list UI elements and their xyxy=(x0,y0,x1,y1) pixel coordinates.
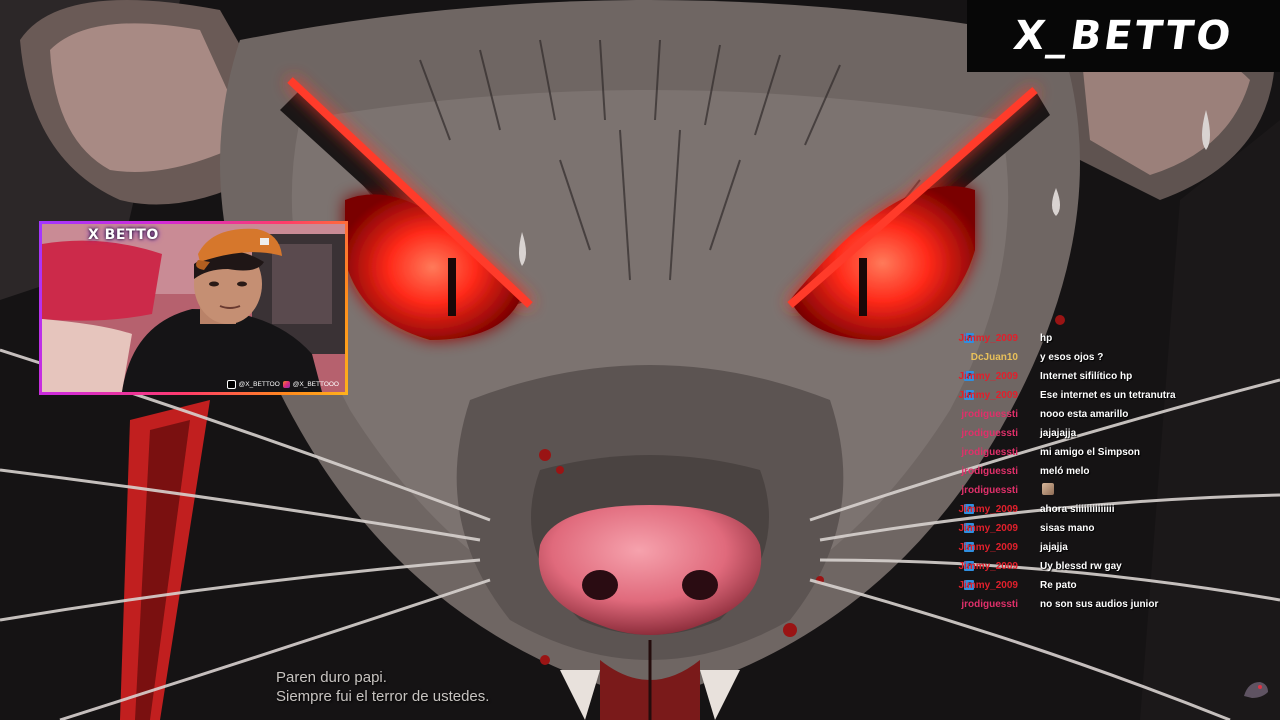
chat-username[interactable]: Jimmy_2009 xyxy=(959,580,1019,591)
chat-message: ↗ Jimmy_2009 Re pato xyxy=(959,577,1262,596)
chat-message: jrodiguessti meló melo xyxy=(961,463,1262,482)
streamer-video xyxy=(42,224,345,392)
chat-username[interactable]: jrodiguessti xyxy=(961,428,1018,439)
chat-text: mi amigo el Simpson xyxy=(1040,447,1141,458)
webcam-brand-text: X BETTO xyxy=(88,227,159,243)
chat-message: ↗ Jimmy_2009 jajajja xyxy=(959,539,1262,558)
chat-text: Ese internet es un tetranutra xyxy=(1040,390,1176,401)
chat-overlay: ↗ Jimmy_2009 hp DcJuan10 y esos ojos ? ↗ Jimmy… xyxy=(959,330,1262,615)
chat-message: ↗ Jimmy_2009 Internet sifilítico hp xyxy=(959,368,1262,387)
chat-message: DcJuan10 y esos ojos ? xyxy=(962,349,1262,368)
chat-message: ↗ Jimmy_2009 hp xyxy=(959,330,1262,349)
chat-username[interactable]: jrodiguessti xyxy=(961,485,1018,496)
chat-text: sisas mano xyxy=(1040,523,1095,534)
chat-text: meló melo xyxy=(1040,466,1090,477)
chat-username[interactable]: DcJuan10 xyxy=(971,352,1018,363)
chat-username[interactable]: Jimmy_2009 xyxy=(959,542,1019,553)
chat-username[interactable]: jrodiguessti xyxy=(961,409,1018,420)
webcam-feed: X BETTO @X_BETTOO @X_BETTOOO xyxy=(42,224,345,392)
chat-username[interactable]: Jimmy_2009 xyxy=(959,371,1019,382)
tiktok-handle: @X_BETTOO xyxy=(238,381,280,388)
subtitle-line-2: Siempre fui el terror de ustedes. xyxy=(276,688,490,705)
chat-text: Internet sifilítico hp xyxy=(1040,371,1133,382)
logo-text: X_BETTO xyxy=(1010,13,1237,59)
chat-message: jrodiguessti mi amigo el Simpson xyxy=(961,444,1262,463)
watermark-icon xyxy=(1244,682,1268,698)
chat-username[interactable]: Jimmy_2009 xyxy=(959,333,1019,344)
chat-text: Re pato xyxy=(1040,580,1077,591)
chat-text: jajajja xyxy=(1040,542,1068,553)
chat-message: jrodiguessti xyxy=(961,482,1262,501)
chat-username[interactable]: jrodiguessti xyxy=(961,599,1018,610)
chat-username[interactable]: Jimmy_2009 xyxy=(959,504,1019,515)
chat-message: ↗ Jimmy_2009 ahora siiiiiiiiiiiiii xyxy=(959,501,1262,520)
instagram-handle: @X_BETTOOO xyxy=(292,381,339,388)
webcam-socials: @X_BETTOO @X_BETTOOO xyxy=(226,380,339,389)
chat-message: ↗ Jimmy_2009 sisas mano xyxy=(959,520,1262,539)
chat-text: Uy blessd rw gay xyxy=(1040,561,1122,572)
chat-text: ahora siiiiiiiiiiiiii xyxy=(1040,504,1115,515)
chat-text: nooo esta amarillo xyxy=(1040,409,1129,420)
chat-username[interactable]: Jimmy_2009 xyxy=(959,523,1019,534)
chat-text: y esos ojos ? xyxy=(1040,352,1104,363)
chat-username[interactable]: jrodiguessti xyxy=(961,447,1018,458)
chat-text: hp xyxy=(1040,333,1053,344)
chat-message: ↗ Jimmy_2009 Uy blessd rw gay xyxy=(959,558,1262,577)
chat-message: jrodiguessti no son sus audios junior xyxy=(961,596,1262,615)
chat-username[interactable]: jrodiguessti xyxy=(961,466,1018,477)
subtitles: Paren duro papi. Siempre fui el terror d… xyxy=(276,668,489,706)
stream-frame: X_BETTO X BETTO @X_BETTOO @X_BETTOOO ↗ J… xyxy=(0,0,1280,720)
chat-text: jajajajja xyxy=(1040,428,1077,439)
chat-message: ↗ Jimmy_2009 Ese internet es un tetranutra xyxy=(959,387,1262,406)
chat-message: jrodiguessti nooo esta amarillo xyxy=(961,406,1262,425)
subtitle-line-1: Paren duro papi. xyxy=(276,669,387,686)
chat-message: jrodiguessti jajajajja xyxy=(961,425,1262,444)
chat-text: no son sus audios junior xyxy=(1040,599,1159,610)
emote-icon xyxy=(1042,483,1054,495)
chat-username[interactable]: Jimmy_2009 xyxy=(959,390,1019,401)
channel-logo: X_BETTO xyxy=(967,0,1280,72)
chat-username[interactable]: Jimmy_2009 xyxy=(959,561,1019,572)
webcam-frame: X BETTO @X_BETTOO @X_BETTOOO xyxy=(39,221,348,395)
tiktok-icon xyxy=(226,380,236,389)
instagram-icon xyxy=(282,381,290,388)
